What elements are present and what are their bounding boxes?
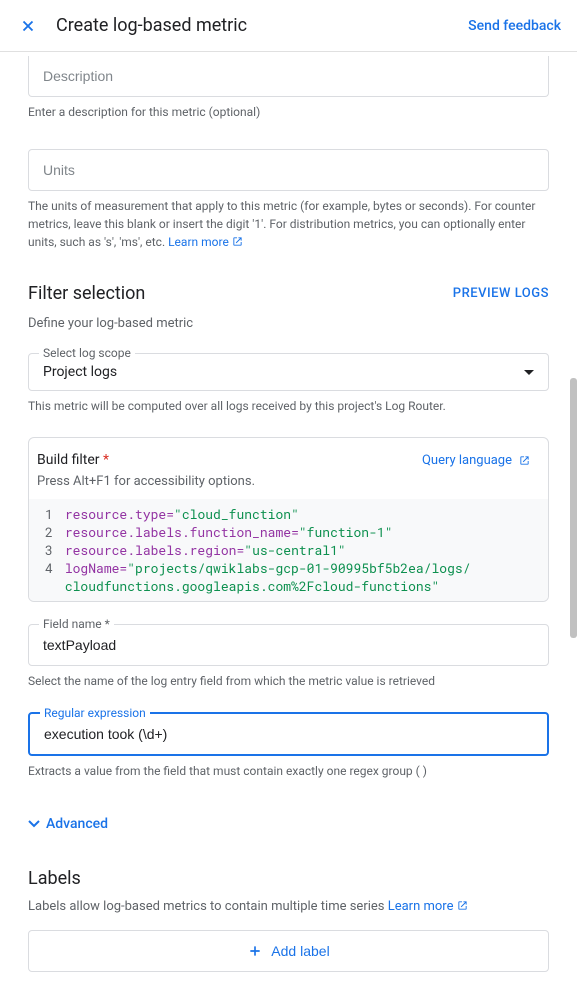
- query-language-link[interactable]: Query language: [422, 452, 530, 468]
- filter-section-desc: Define your log-based metric: [28, 316, 549, 331]
- chevron-down-icon: [524, 364, 534, 380]
- regex-input[interactable]: [30, 714, 547, 754]
- regex-label: Regular expression: [40, 706, 150, 720]
- labels-section-title: Labels: [28, 868, 549, 889]
- build-filter-title: Build filter *: [37, 452, 109, 468]
- close-icon[interactable]: [16, 14, 40, 38]
- build-filter-hint: Press Alt+F1 for accessibility options.: [29, 474, 548, 499]
- description-input[interactable]: [29, 56, 548, 96]
- units-input[interactable]: [29, 150, 548, 190]
- log-scope-helper: This metric will be computed over all lo…: [28, 397, 549, 415]
- plus-icon: [247, 943, 263, 959]
- build-filter-panel: Build filter * Query language Press Alt+…: [28, 437, 549, 602]
- log-scope-value: Project logs: [43, 364, 524, 380]
- field-name-label: Field name *: [39, 617, 114, 631]
- log-scope-label: Select log scope: [39, 346, 135, 360]
- log-scope-select[interactable]: Select log scope Project logs: [28, 353, 549, 391]
- description-field[interactable]: [28, 56, 549, 97]
- code-gutter: 1 2 3 4: [29, 499, 65, 601]
- units-field[interactable]: [28, 149, 549, 191]
- units-learn-more-link[interactable]: Learn more: [168, 235, 243, 249]
- chevron-down-icon: [28, 820, 40, 828]
- advanced-toggle[interactable]: Advanced: [28, 816, 549, 832]
- send-feedback-link[interactable]: Send feedback: [468, 18, 561, 34]
- labels-section-desc: Labels allow log-based metrics to contai…: [28, 899, 549, 914]
- add-label-button[interactable]: Add label: [28, 930, 549, 972]
- field-name-field[interactable]: Field name *: [28, 624, 549, 666]
- units-helper: The units of measurement that apply to t…: [28, 197, 549, 251]
- scrollbar-thumb[interactable]: [570, 378, 577, 638]
- field-name-helper: Select the name of the log entry field f…: [28, 672, 549, 690]
- preview-logs-button[interactable]: PREVIEW LOGS: [453, 286, 549, 301]
- description-helper: Enter a description for this metric (opt…: [28, 103, 549, 121]
- filter-code-editor[interactable]: 1 2 3 4 resource.type="cloud_function" r…: [29, 499, 548, 601]
- field-name-input[interactable]: [29, 625, 548, 665]
- page-title: Create log-based metric: [56, 15, 468, 36]
- code-content[interactable]: resource.type="cloud_function" resource.…: [65, 499, 548, 601]
- labels-learn-more-link[interactable]: Learn more: [388, 899, 468, 914]
- filter-section-title: Filter selection: [28, 283, 145, 304]
- regex-helper: Extracts a value from the field that mus…: [28, 762, 549, 780]
- regex-field[interactable]: Regular expression: [28, 712, 549, 756]
